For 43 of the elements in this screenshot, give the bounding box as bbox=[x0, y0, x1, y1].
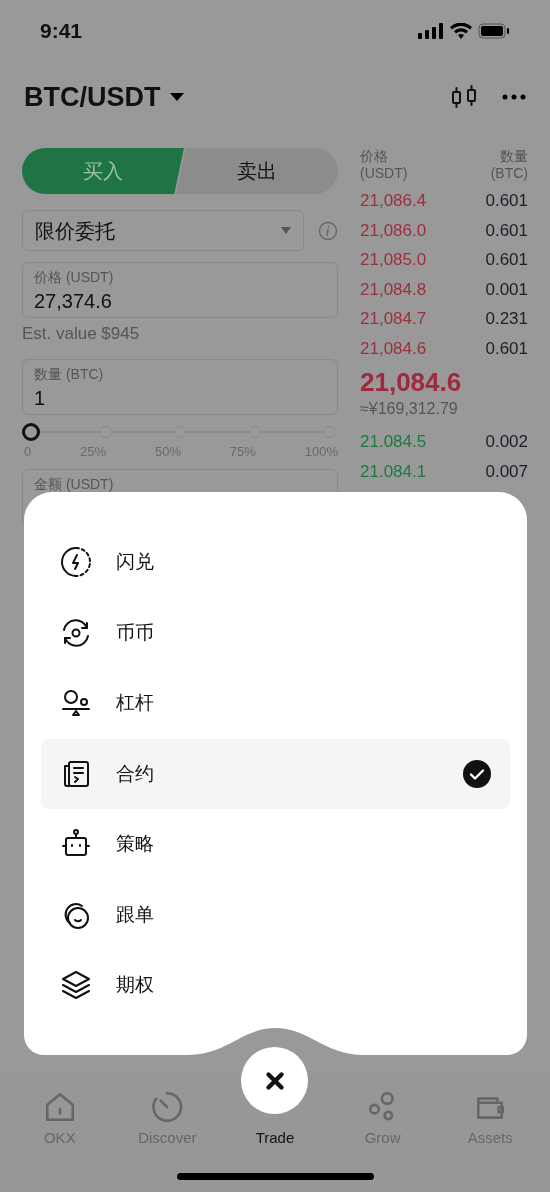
last-price: 21,084.6 bbox=[360, 367, 463, 397]
bid-price: 21.084.1 bbox=[360, 460, 427, 483]
caret-icon bbox=[168, 92, 185, 102]
price-field[interactable]: 价格 (USDT) 27,374.6 bbox=[22, 262, 338, 318]
ask-quantity: 0.601 bbox=[485, 337, 528, 360]
ask-price: 21,084.7 bbox=[360, 308, 427, 330]
dial-icon bbox=[150, 1090, 185, 1124]
rotate-circle-icon bbox=[60, 616, 92, 649]
lightning-circle-icon bbox=[60, 546, 92, 579]
status-time: 9:41 bbox=[40, 18, 83, 45]
nav-tab[interactable]: Trade bbox=[255, 1127, 295, 1150]
check-circle-icon bbox=[463, 759, 491, 788]
ask-quantity: 0.601 bbox=[485, 190, 528, 212]
signal-icon bbox=[418, 23, 444, 39]
bid-price: 21.084.5 bbox=[360, 431, 427, 453]
column-unit: (BTC) bbox=[490, 165, 528, 182]
column-header: 数量 bbox=[500, 148, 528, 165]
wifi-icon bbox=[450, 23, 472, 39]
last-price-cny: ≈¥169,312.79 bbox=[360, 399, 459, 419]
column-unit: (USDT) bbox=[360, 165, 408, 182]
ask-price: 21,084.8 bbox=[360, 278, 427, 301]
ask-price: 21,084.6 bbox=[360, 337, 427, 360]
pair-selector[interactable]: BTC/USDT bbox=[24, 76, 185, 118]
candlestick-icon[interactable] bbox=[450, 83, 478, 111]
order-type-dropdown[interactable]: 限价委托 bbox=[22, 210, 304, 251]
estimated-value: Est. value $945 bbox=[22, 323, 141, 345]
ask-price: 21,085.0 bbox=[360, 249, 427, 271]
layers-icon bbox=[60, 969, 92, 1002]
more-icon[interactable] bbox=[502, 94, 526, 100]
ask-quantity: 0.601 bbox=[485, 249, 528, 271]
bid-quantity: 0.007 bbox=[485, 460, 528, 483]
ask-quantity: 0.001 bbox=[485, 278, 528, 301]
bid-quantity: 0.002 bbox=[485, 431, 528, 453]
ask-price: 21,086.4 bbox=[360, 190, 427, 212]
battery-icon bbox=[478, 23, 510, 39]
ask-quantity: 0.231 bbox=[485, 308, 528, 330]
menu-item[interactable]: 合约 bbox=[41, 738, 510, 809]
order-side-tab[interactable]: 卖出 bbox=[176, 148, 338, 194]
amount-field[interactable]: 数量 (BTC) 1 bbox=[22, 358, 338, 415]
ask-quantity: 0.601 bbox=[485, 219, 528, 242]
ask-price: 21,086.0 bbox=[360, 219, 427, 242]
column-header: 价格 bbox=[360, 148, 389, 165]
caret-icon bbox=[281, 227, 291, 234]
